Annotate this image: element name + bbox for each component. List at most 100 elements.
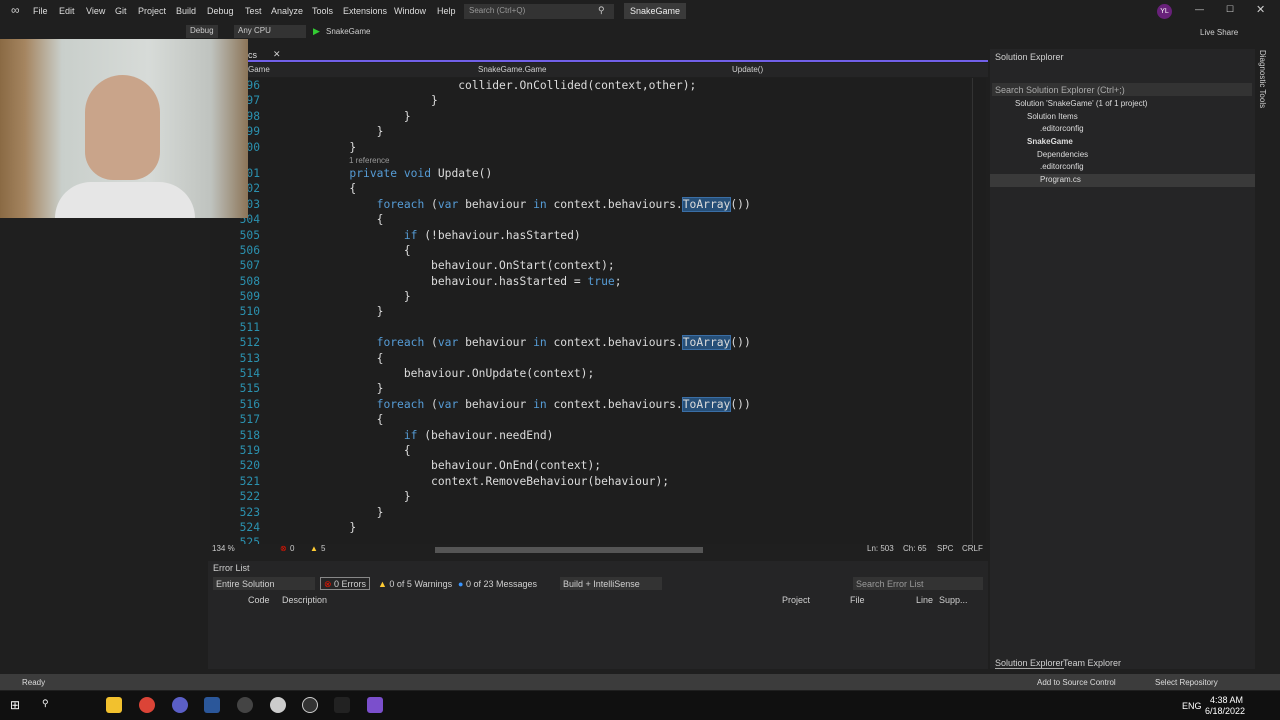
code-line[interactable]: 518 if (behaviour.needEnd) <box>210 428 970 443</box>
code-line[interactable]: 508 behaviour.hasStarted = true; <box>210 274 970 289</box>
editor-tab[interactable]: cs <box>248 50 257 60</box>
column-description[interactable]: Description <box>282 595 327 605</box>
search-input[interactable]: Search (Ctrl+Q) <box>464 4 614 19</box>
code-editor[interactable]: 496 collider.OnCollided(context,other); 4… <box>210 78 970 544</box>
file-explorer-icon[interactable] <box>106 697 122 713</box>
errors-filter-button[interactable]: ⊗ 0 Errors <box>320 577 371 590</box>
tab-team-explorer[interactable]: Team Explorer <box>1063 658 1121 668</box>
user-avatar[interactable]: YL <box>1157 4 1172 19</box>
codelens-references[interactable]: 1 reference <box>210 155 970 166</box>
unity-icon[interactable] <box>270 697 286 713</box>
column-file[interactable]: File <box>850 595 865 605</box>
close-tab-icon[interactable]: ✕ <box>273 49 281 60</box>
code-line[interactable]: 501 private void Update() <box>210 166 970 181</box>
menu-edit[interactable]: Edit <box>59 6 75 16</box>
error-count[interactable]: 0 <box>290 544 294 553</box>
code-line[interactable]: 514 behaviour.OnUpdate(context); <box>210 366 970 381</box>
warnings-filter-button[interactable]: ▲ 0 of 5 Warnings <box>378 579 452 589</box>
maximize-button[interactable]: ☐ <box>1226 4 1234 15</box>
live-share-button[interactable]: Live Share <box>1200 28 1238 37</box>
code-line[interactable]: 505 if (!behaviour.hasStarted) <box>210 228 970 243</box>
config-dropdown[interactable]: Debug <box>186 25 218 38</box>
tree-item-editorconfig[interactable]: .editorconfig <box>990 123 1255 136</box>
search-icon[interactable]: ⚲ <box>42 698 49 709</box>
code-line[interactable]: 496 collider.OnCollided(context,other); <box>210 78 970 93</box>
select-repository-button[interactable]: Select Repository <box>1155 678 1218 687</box>
chrome-icon[interactable] <box>139 697 155 713</box>
tab-solution-explorer[interactable]: Solution Explorer <box>995 658 1064 669</box>
clock-time[interactable]: 4:38 AM <box>1210 695 1243 705</box>
tree-item-dependencies[interactable]: Dependencies <box>990 149 1255 162</box>
column-project[interactable]: Project <box>782 595 810 605</box>
word-icon[interactable] <box>204 697 220 713</box>
code-line[interactable]: 520 behaviour.OnEnd(context); <box>210 458 970 473</box>
menu-tools[interactable]: Tools <box>312 6 333 16</box>
menu-help[interactable]: Help <box>437 6 456 16</box>
member-dropdown[interactable]: Update() <box>732 65 763 74</box>
code-line[interactable]: 515 } <box>210 381 970 396</box>
minimize-button[interactable]: — <box>1195 4 1204 14</box>
search-error-list-input[interactable]: Search Error List <box>853 577 983 590</box>
scope-dropdown[interactable]: Entire Solution <box>213 577 315 590</box>
code-line[interactable]: 509 } <box>210 289 970 304</box>
code-line[interactable]: 524 } <box>210 520 970 535</box>
clock-date[interactable]: 6/18/2022 <box>1205 706 1245 716</box>
zoom-level[interactable]: 134 % <box>212 544 235 553</box>
run-button[interactable]: SnakeGame <box>326 27 370 36</box>
menu-window[interactable]: Window <box>394 6 426 16</box>
code-line[interactable]: 523 } <box>210 505 970 520</box>
horizontal-scrollbar[interactable] <box>435 547 703 553</box>
platform-dropdown[interactable]: Any CPU <box>234 25 306 38</box>
menu-file[interactable]: File <box>33 6 48 16</box>
teams-icon[interactable] <box>172 697 188 713</box>
column-line[interactable]: Line <box>916 595 933 605</box>
tree-item-program-cs[interactable]: Program.cs <box>990 174 1255 187</box>
whitespace-mode[interactable]: SPC <box>937 544 953 553</box>
code-line[interactable]: 504 { <box>210 212 970 227</box>
vertical-scrollbar[interactable] <box>972 78 986 544</box>
tree-item-solution[interactable]: Solution 'SnakeGame' (1 of 1 project) <box>990 98 1255 111</box>
add-to-source-control-button[interactable]: Add to Source Control <box>1037 678 1116 687</box>
code-line[interactable]: 506 { <box>210 243 970 258</box>
tree-item-editorconfig[interactable]: .editorconfig <box>990 161 1255 174</box>
start-icon[interactable]: ⊞ <box>10 698 20 712</box>
close-button[interactable]: ✕ <box>1256 3 1265 16</box>
project-dropdown[interactable]: Game <box>248 65 270 74</box>
code-line[interactable]: 507 behaviour.OnStart(context); <box>210 258 970 273</box>
code-line[interactable]: 512 foreach (var behaviour in context.be… <box>210 335 970 351</box>
column-code[interactable]: Code <box>248 595 270 605</box>
tree-item-solution-items[interactable]: Solution Items <box>990 111 1255 124</box>
code-line[interactable]: 513 { <box>210 351 970 366</box>
code-line[interactable]: 503 foreach (var behaviour in context.be… <box>210 196 970 212</box>
code-line[interactable]: 521 context.RemoveBehaviour(behaviour); <box>210 474 970 489</box>
code-line[interactable]: 517 { <box>210 412 970 427</box>
run-icon[interactable]: ▶ <box>313 26 320 37</box>
code-line[interactable]: 519 { <box>210 443 970 458</box>
tree-item-project[interactable]: SnakeGame <box>990 136 1255 149</box>
messages-filter-button[interactable]: ● 0 of 23 Messages <box>458 579 537 589</box>
source-dropdown[interactable]: Build + IntelliSense <box>560 577 662 590</box>
code-line[interactable]: 497 } <box>210 93 970 108</box>
code-line[interactable]: 511 <box>210 320 970 335</box>
unity-hub-icon[interactable] <box>334 697 350 713</box>
obs-icon[interactable] <box>302 697 318 713</box>
column-suppression[interactable]: Supp... <box>939 595 968 605</box>
menu-view[interactable]: View <box>86 6 105 16</box>
code-line[interactable]: 510 } <box>210 304 970 319</box>
solution-search-input[interactable]: Search Solution Explorer (Ctrl+;) <box>992 83 1252 96</box>
code-line[interactable]: 522 } <box>210 489 970 504</box>
code-line[interactable]: 500 } <box>210 140 970 155</box>
class-dropdown[interactable]: SnakeGame.Game <box>478 65 546 74</box>
code-line[interactable]: 498 } <box>210 109 970 124</box>
menu-project[interactable]: Project <box>138 6 166 16</box>
language-indicator[interactable]: ENG <box>1182 701 1202 711</box>
code-line[interactable]: 502 { <box>210 181 970 196</box>
warning-count[interactable]: 5 <box>321 544 325 553</box>
menu-analyze[interactable]: Analyze <box>271 6 303 16</box>
code-line[interactable]: 525 <box>210 535 970 544</box>
settings-icon[interactable] <box>237 697 253 713</box>
code-line[interactable]: 516 foreach (var behaviour in context.be… <box>210 396 970 412</box>
menu-git[interactable]: Git <box>115 6 127 16</box>
menu-build[interactable]: Build <box>176 6 196 16</box>
menu-extensions[interactable]: Extensions <box>343 6 387 16</box>
